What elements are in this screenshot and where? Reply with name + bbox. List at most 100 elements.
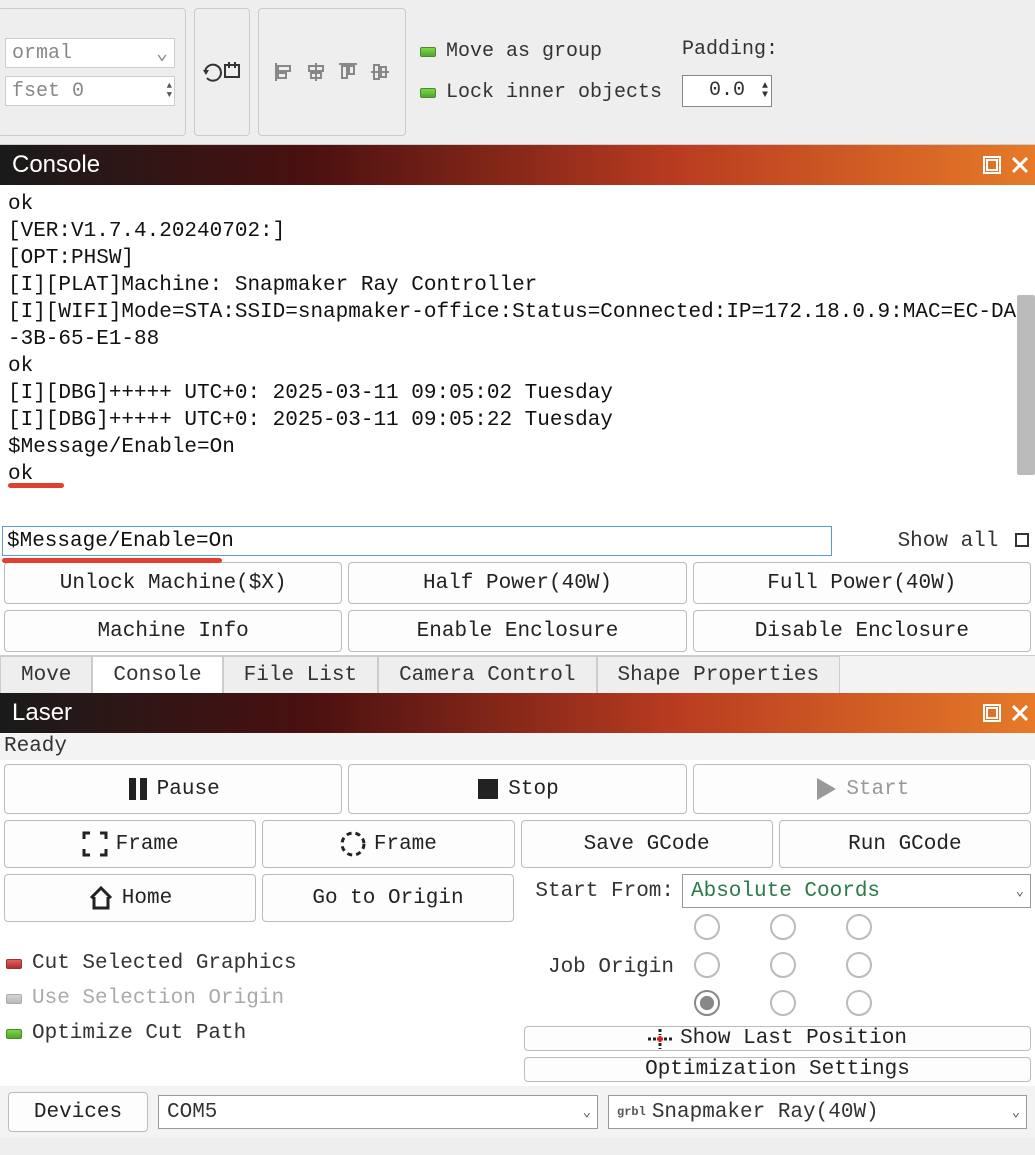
start-button[interactable]: Start [693, 764, 1031, 814]
console-panel-title: Console [0, 145, 1035, 185]
use-selection-origin-toggle: Use Selection Origin [4, 981, 514, 1016]
padding-label: Padding: [682, 38, 778, 61]
show-all-toggle[interactable]: Show all [898, 530, 1029, 553]
job-origin-grid [694, 914, 882, 1020]
chevron-down-icon: ⌄ [1016, 883, 1024, 900]
tab-shape-properties[interactable]: Shape Properties [597, 656, 841, 693]
bottom-bar: Devices COM5 ⌄ grbl Snapmaker Ray(40W) ⌄ [0, 1086, 1035, 1138]
laser-status: Ready [0, 733, 1035, 760]
full-power-button[interactable]: Full Power(40W) [693, 562, 1031, 604]
origin-top-left[interactable] [694, 914, 720, 940]
chevron-down-icon: ⌄ [156, 40, 168, 66]
align-icons [273, 61, 391, 83]
padding-value: 0.0 [709, 79, 745, 102]
console-buttons-row-2: Machine Info Enable Enclosure Disable En… [0, 607, 1035, 655]
align-center-v-icon[interactable] [369, 61, 391, 83]
panel-tabs: Move Console File List Camera Control Sh… [0, 655, 1035, 693]
console-input[interactable] [2, 526, 832, 556]
move-as-group-toggle[interactable]: Move as group [420, 40, 662, 63]
lock-inner-label: Lock inner objects [446, 81, 662, 104]
dock-icon[interactable] [983, 704, 1001, 722]
laser-body: Pause Stop Start Frame Frame Save GCode … [0, 760, 1035, 1086]
origin-bottom-left[interactable] [694, 990, 720, 1016]
tab-move[interactable]: Move [0, 656, 92, 693]
pause-button[interactable]: Pause [4, 764, 342, 814]
enable-enclosure-button[interactable]: Enable Enclosure [348, 610, 686, 652]
machine-info-button[interactable]: Machine Info [4, 610, 342, 652]
led-on-icon [420, 47, 436, 57]
dock-icon[interactable] [983, 156, 1001, 174]
origin-bottom-center[interactable] [770, 990, 796, 1016]
origin-top-center[interactable] [770, 914, 796, 940]
optimization-settings-button[interactable]: Optimization Settings [524, 1057, 1031, 1082]
stop-button[interactable]: Stop [348, 764, 686, 814]
checkbox-icon [1015, 533, 1029, 547]
port-select[interactable]: COM5 ⌄ [158, 1095, 598, 1129]
close-icon[interactable] [1011, 156, 1029, 174]
refresh-print-icon[interactable] [201, 59, 243, 85]
grouping-options: Move as group Lock inner objects [410, 0, 672, 144]
refresh-group [194, 8, 250, 136]
machine-select[interactable]: grbl Snapmaker Ray(40W) ⌄ [608, 1095, 1027, 1129]
move-as-group-label: Move as group [446, 40, 602, 63]
console-buttons-row-1: Unlock Machine($X) Half Power(40W) Full … [0, 559, 1035, 607]
unlock-machine-button[interactable]: Unlock Machine($X) [4, 562, 342, 604]
led-disabled-icon [6, 994, 22, 1004]
origin-mid-right[interactable] [846, 952, 872, 978]
origin-mid-center[interactable] [770, 952, 796, 978]
play-icon [814, 776, 838, 802]
laser-title-text: Laser [12, 699, 72, 727]
lock-inner-toggle[interactable]: Lock inner objects [420, 81, 662, 104]
job-origin-label: Job Origin [524, 956, 674, 979]
home-button[interactable]: Home [4, 874, 256, 922]
frame-square-icon [82, 831, 108, 857]
annotation-mark [8, 483, 64, 488]
origin-mid-left[interactable] [694, 952, 720, 978]
offset-value: fset 0 [12, 80, 84, 103]
origin-top-right[interactable] [846, 914, 872, 940]
align-top-icon[interactable] [337, 61, 359, 83]
tab-camera-control[interactable]: Camera Control [378, 656, 596, 693]
padding-block: Padding: 0.0 ▲▼ [672, 0, 788, 144]
half-power-button[interactable]: Half Power(40W) [348, 562, 686, 604]
go-to-origin-button[interactable]: Go to Origin [262, 874, 514, 922]
align-left-icon[interactable] [273, 61, 295, 83]
origin-bottom-right[interactable] [846, 990, 872, 1016]
frame-circle-icon [340, 831, 366, 857]
annotation-mark [2, 558, 222, 563]
grbl-icon: grbl [617, 1105, 646, 1119]
run-gcode-button[interactable]: Run GCode [779, 820, 1031, 868]
scrollbar-thumb[interactable] [1017, 295, 1035, 475]
led-on-icon [6, 1029, 22, 1039]
chevron-down-icon: ⌄ [583, 1104, 591, 1121]
tab-console[interactable]: Console [92, 656, 222, 693]
optimize-cut-path-toggle[interactable]: Optimize Cut Path [4, 1016, 514, 1051]
show-last-position-button[interactable]: Show Last Position [524, 1026, 1031, 1051]
spinner-arrows-icon[interactable]: ▲▼ [762, 82, 768, 100]
cut-selected-toggle[interactable]: Cut Selected Graphics [4, 946, 514, 981]
close-icon[interactable] [1011, 704, 1029, 722]
spinner-arrows-icon[interactable]: ▲▼ [167, 82, 172, 100]
disable-enclosure-button[interactable]: Disable Enclosure [693, 610, 1031, 652]
stop-icon [476, 777, 500, 801]
top-toolbar: ormal ⌄ fset 0 ▲▼ Move as group [0, 0, 1035, 145]
console-title-text: Console [12, 151, 100, 179]
align-center-h-icon[interactable] [305, 61, 327, 83]
devices-button[interactable]: Devices [8, 1092, 148, 1132]
console-input-row: Show all [0, 523, 1035, 559]
padding-input[interactable]: 0.0 ▲▼ [682, 75, 772, 107]
align-group [258, 8, 406, 136]
chevron-down-icon: ⌄ [1012, 1104, 1020, 1121]
crosshair-icon [648, 1029, 672, 1049]
save-gcode-button[interactable]: Save GCode [521, 820, 773, 868]
frame-circle-button[interactable]: Frame [262, 820, 514, 868]
tab-file-list[interactable]: File List [223, 656, 378, 693]
frame-square-button[interactable]: Frame [4, 820, 256, 868]
led-off-icon [6, 959, 22, 969]
start-from-label: Start From: [524, 880, 674, 903]
mode-group: ormal ⌄ fset 0 ▲▼ [0, 8, 186, 136]
start-from-select[interactable]: Absolute Coords ⌄ [682, 874, 1031, 908]
led-on-icon [420, 88, 436, 98]
mode-select[interactable]: ormal ⌄ [5, 38, 175, 68]
offset-spinner[interactable]: fset 0 ▲▼ [5, 76, 175, 106]
